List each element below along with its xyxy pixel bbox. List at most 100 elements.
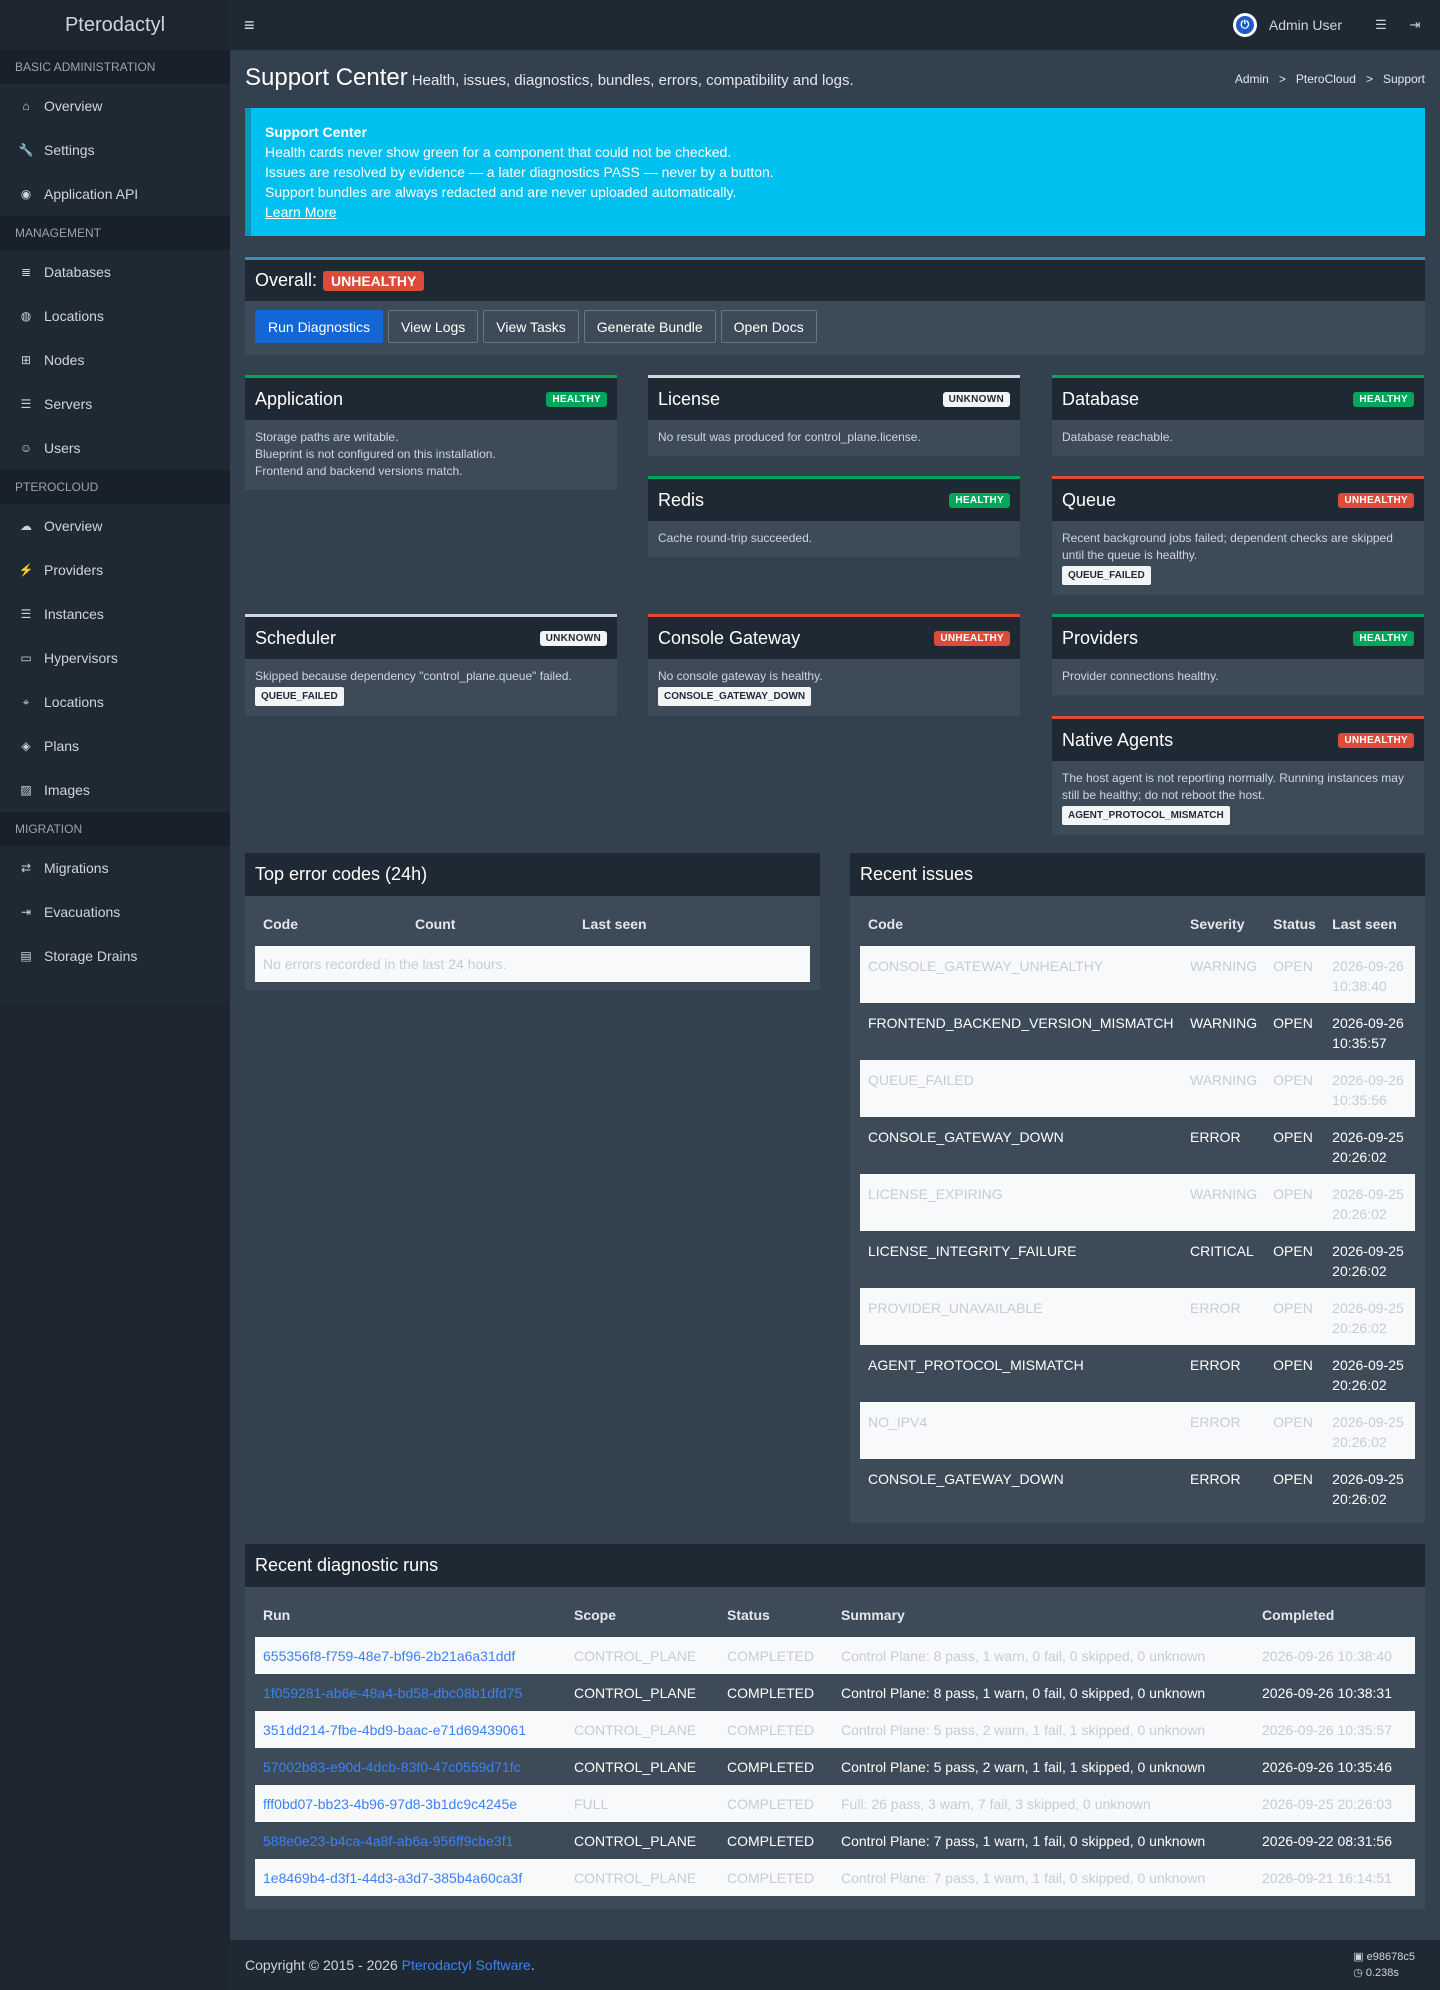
- sign-out-icon: ⇥: [20, 905, 32, 919]
- health-card-queue: Queue UNHEALTHY Recent background jobs fai…: [1052, 476, 1424, 595]
- sidebar-item-providers[interactable]: ⚡ Providers: [0, 548, 230, 592]
- sidebar-item-users[interactable]: ☺ Users: [0, 426, 230, 470]
- sidebar-filler: [0, 1002, 230, 1990]
- sign-out-icon[interactable]: ⇥: [1406, 17, 1424, 33]
- company-link[interactable]: Pterodactyl Software: [402, 1957, 531, 1973]
- sidebar-item-locations[interactable]: ◍ Locations: [0, 294, 230, 338]
- sidebar-item-instances[interactable]: ☰ Instances: [0, 592, 230, 636]
- sidebar-item-storage-drains[interactable]: ▤ Storage Drains: [0, 934, 230, 978]
- run-id-link[interactable]: fff0bd07-bb23-4b96-97d8-3b1dc9c4245e: [263, 1796, 517, 1812]
- table-row[interactable]: AGENT_PROTOCOL_MISMATCH ERROR OPEN 2026-09-…: [860, 1345, 1415, 1402]
- sidebar-section-header: PTEROCLOUD: [0, 470, 230, 504]
- issue-date: 2026-09-25: [1332, 1357, 1404, 1373]
- col-completed: Completed: [1262, 1607, 1335, 1623]
- sidebar: BASIC ADMINISTRATION ⌂ Overview 🔧 Settings ◉ A…: [0, 50, 230, 1002]
- sidebar-item-settings[interactable]: 🔧 Settings: [0, 128, 230, 172]
- status-badge: HEALTHY: [1353, 630, 1414, 646]
- issue-status: OPEN: [1265, 1402, 1325, 1459]
- run-id-link[interactable]: 1e8469b4-d3f1-44d3-a3d7-385b4a60ca3f: [263, 1870, 522, 1886]
- sidebar-item-application-api[interactable]: ◉ Application API: [0, 172, 230, 216]
- sidebar-item-locations[interactable]: ⌖ Locations: [0, 680, 230, 724]
- run-id-link[interactable]: 588e0e23-b4ca-4a8f-ab6a-956ff9cbe3f1: [263, 1833, 513, 1849]
- issue-status: OPEN: [1265, 1060, 1325, 1117]
- table-row[interactable]: NO_IPV4 ERROR OPEN 2026-09-25 20:26:02: [860, 1402, 1415, 1459]
- table-row[interactable]: QUEUE_FAILED WARNING OPEN 2026-09-26 10:35:5…: [860, 1060, 1415, 1117]
- run-summary: Full: 26 pass, 3 warn, 7 fail, 3 skipped…: [833, 1785, 1254, 1822]
- col-code: Code: [263, 916, 298, 932]
- sidebar-item-images[interactable]: ▨ Images: [0, 768, 230, 812]
- run-cell: 1e8469b4-d3f1-44d3-a3d7-385b4a60ca3f: [255, 1859, 566, 1896]
- card-title: Redis: [658, 489, 705, 510]
- sidebar-item-migrations[interactable]: ⇄ Migrations: [0, 846, 230, 890]
- table-row[interactable]: CONSOLE_GATEWAY_DOWN ERROR OPEN 2026-09-25 2…: [860, 1459, 1415, 1516]
- sidebar-item-overview[interactable]: ☁ Overview: [0, 504, 230, 548]
- table-row[interactable]: 588e0e23-b4ca-4a8f-ab6a-956ff9cbe3f1 CONT…: [255, 1822, 1415, 1859]
- page-title-text: Support Center: [245, 64, 408, 91]
- table-row[interactable]: 1f059281-ab6e-48a4-bd58-dbc08b1dfd75 CONT…: [255, 1674, 1415, 1711]
- menu-toggle-icon[interactable]: ≡: [244, 15, 255, 36]
- server-list-icon[interactable]: ☰: [1372, 17, 1390, 33]
- issue-severity: WARNING: [1182, 1174, 1266, 1231]
- issue-severity: WARNING: [1182, 1003, 1266, 1060]
- table-row[interactable]: 351dd214-7fbe-4bd9-baac-e71d69439061 CONT…: [255, 1711, 1415, 1748]
- callout-line: Issues are resolved by evidence — a late…: [265, 164, 774, 180]
- table-row[interactable]: CONSOLE_GATEWAY_DOWN ERROR OPEN 2026-09-25 2…: [860, 1117, 1415, 1174]
- view-logs-button[interactable]: View Logs: [387, 310, 479, 343]
- generate-bundle-button[interactable]: Generate Bundle: [583, 310, 716, 343]
- table-row[interactable]: 655356f8-f759-48e7-bf96-2b21a6a31ddf CONT…: [255, 1637, 1415, 1674]
- table-row[interactable]: LICENSE_EXPIRING WARNING OPEN 2026-09-25 20:…: [860, 1174, 1415, 1231]
- run-status: COMPLETED: [719, 1674, 833, 1711]
- avatar[interactable]: ⏻: [1232, 13, 1257, 37]
- user-name[interactable]: Admin User: [1269, 17, 1342, 33]
- table-row[interactable]: LICENSE_INTEGRITY_FAILURE CRITICAL OPEN 202…: [860, 1231, 1415, 1288]
- learn-more-link[interactable]: Learn More: [265, 204, 337, 220]
- table-row[interactable]: 1e8469b4-d3f1-44d3-a3d7-385b4a60ca3f CONT…: [255, 1859, 1415, 1896]
- open-docs-button[interactable]: Open Docs: [720, 310, 817, 343]
- table-row[interactable]: CONSOLE_GATEWAY_UNHEALTHY WARNING OPEN 2026…: [860, 946, 1415, 1003]
- run-summary: Control Plane: 5 pass, 2 warn, 1 fail, 1…: [833, 1711, 1254, 1748]
- table-row[interactable]: FRONTEND_BACKEND_VERSION_MISMATCH WARNING…: [860, 1003, 1415, 1060]
- sidebar-item-evacuations[interactable]: ⇥ Evacuations: [0, 890, 230, 934]
- sidebar-item-label: Settings: [44, 142, 95, 158]
- breadcrumb-pterocloud[interactable]: PteroCloud: [1296, 72, 1356, 86]
- card-text: Database reachable.: [1062, 430, 1173, 444]
- run-diagnostics-button[interactable]: Run Diagnostics: [255, 310, 383, 343]
- run-id-link[interactable]: 1f059281-ab6e-48a4-bd58-dbc08b1dfd75: [263, 1685, 522, 1701]
- issue-code: AGENT_PROTOCOL_MISMATCH: [860, 1345, 1182, 1402]
- sidebar-item-plans[interactable]: ◈ Plans: [0, 724, 230, 768]
- run-id-link[interactable]: 351dd214-7fbe-4bd9-baac-e71d69439061: [263, 1722, 526, 1738]
- col-scope: Scope: [574, 1607, 617, 1623]
- issue-status: OPEN: [1265, 1117, 1325, 1174]
- recent-issues-box: Recent issues Code Severity Status Last …: [850, 853, 1425, 1523]
- status-badge: UNKNOWN: [539, 630, 607, 646]
- table-row[interactable]: 57002b83-e90d-4dcb-83f0-47c0559d71fc CONT…: [255, 1748, 1415, 1785]
- run-summary: Control Plane: 8 pass, 1 warn, 0 fail, 0…: [833, 1637, 1254, 1674]
- top-navbar: Pterodactyl ≡ ⏻ Admin User ☰ ⇥: [0, 0, 1440, 50]
- main-content: Support Center Health, issues, diagnostic…: [245, 50, 1425, 355]
- issue-last-seen: 2026-09-25 20:26:02: [1324, 1459, 1415, 1516]
- view-tasks-button[interactable]: View Tasks: [483, 310, 579, 343]
- sidebar-item-overview[interactable]: ⌂ Overview: [0, 84, 230, 128]
- run-cell: 1f059281-ab6e-48a4-bd58-dbc08b1dfd75: [255, 1674, 566, 1711]
- brand-logo[interactable]: Pterodactyl: [0, 0, 230, 50]
- issue-severity: WARNING: [1182, 946, 1266, 1003]
- status-badge: HEALTHY: [546, 391, 607, 407]
- run-cell: fff0bd07-bb23-4b96-97d8-3b1dc9c4245e: [255, 1785, 566, 1822]
- overall-status-badge: UNHEALTHY: [323, 270, 425, 291]
- issue-time: 20:26:02: [1332, 1377, 1387, 1393]
- sidebar-item-databases[interactable]: ≣ Databases: [0, 250, 230, 294]
- sidebar-item-servers[interactable]: ☰ Servers: [0, 382, 230, 426]
- exchange-icon: ⇄: [20, 861, 32, 875]
- sidebar-item-nodes[interactable]: ⊞ Nodes: [0, 338, 230, 382]
- breadcrumb-admin[interactable]: Admin: [1235, 72, 1269, 86]
- table-row[interactable]: fff0bd07-bb23-4b96-97d8-3b1dc9c4245e FULL…: [255, 1785, 1415, 1822]
- run-id-link[interactable]: 655356f8-f759-48e7-bf96-2b21a6a31ddf: [263, 1648, 515, 1664]
- issue-severity: ERROR: [1182, 1345, 1266, 1402]
- sidebar-item-hypervisors[interactable]: ▭ Hypervisors: [0, 636, 230, 680]
- table-row[interactable]: PROVIDER_UNAVAILABLE ERROR OPEN 2026-09-25 2…: [860, 1288, 1415, 1345]
- sidebar-item-label: Locations: [44, 308, 104, 324]
- health-card-console-gateway: Console Gateway UNHEALTHY No console gatew…: [648, 614, 1020, 716]
- sidebar-section-header: BASIC ADMINISTRATION: [0, 50, 230, 84]
- run-id-link[interactable]: 57002b83-e90d-4dcb-83f0-47c0559d71fc: [263, 1759, 521, 1775]
- col-last-seen: Last seen: [582, 916, 647, 932]
